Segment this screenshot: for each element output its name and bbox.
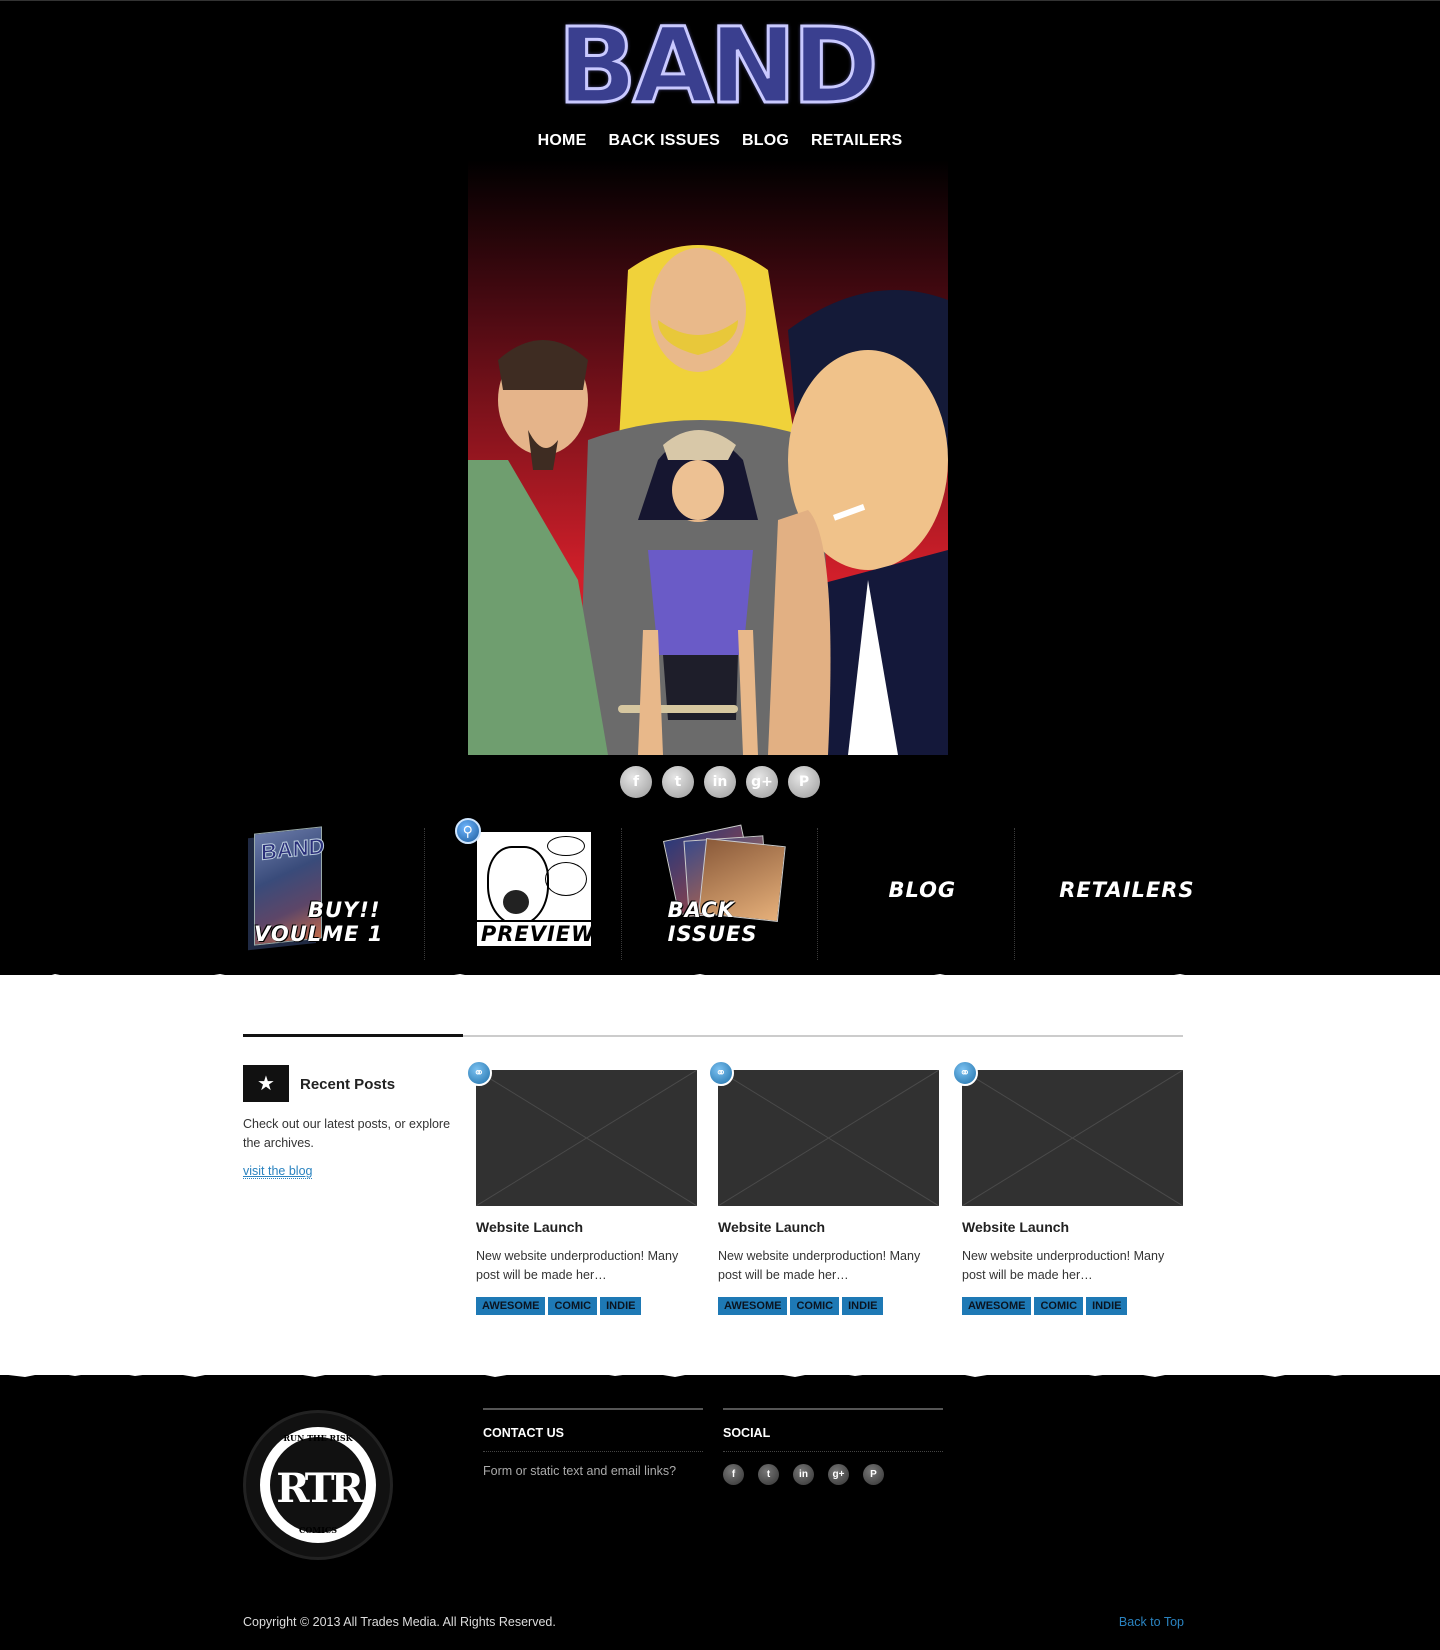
nav-back-issues[interactable]: BACK ISSUES — [608, 132, 720, 150]
contact-heading: CONTACT US — [483, 1426, 565, 1440]
pinterest-icon[interactable]: P — [788, 766, 820, 798]
social-heading: SOCIAL — [723, 1426, 771, 1440]
buy-label-line1: BUY!! — [308, 898, 381, 922]
post-title[interactable]: Website Launch — [962, 1219, 1183, 1235]
post-title[interactable]: Website Launch — [476, 1219, 697, 1235]
logo-monogram: RTR — [276, 1465, 364, 1512]
back-to-top-link[interactable]: Back to Top — [1119, 1615, 1184, 1629]
visit-blog-link[interactable]: visit the blog — [243, 1164, 313, 1179]
post-tags: AWESOME COMIC INDIE — [962, 1297, 1183, 1315]
footer-social-icons: f t in g+ P — [723, 1464, 943, 1485]
feature-preview[interactable]: ⚲ PREVIEW — [425, 818, 622, 960]
google-plus-icon[interactable]: g+ — [828, 1464, 849, 1485]
tag-awesome[interactable]: AWESOME — [962, 1297, 1032, 1315]
twitter-icon[interactable]: t — [662, 766, 694, 798]
logo-bottom-text: COMICS — [298, 1525, 338, 1535]
blog-label: BLOG — [888, 878, 957, 902]
main-nav: HOME BACK ISSUES BLOG RETAILERS — [0, 132, 1440, 150]
retailers-label: RETAILERS — [1059, 878, 1195, 902]
magnify-icon[interactable]: ⚲ — [454, 818, 481, 844]
hero-comic-art — [468, 160, 948, 755]
post-tags: AWESOME COMIC INDIE — [718, 1297, 939, 1315]
nav-retailers[interactable]: RETAILERS — [811, 132, 902, 150]
feature-buy-volume[interactable]: BAND BUY!! VOULME 1 — [228, 826, 425, 960]
logo-top-text: RUN THE RISK — [283, 1433, 353, 1443]
pinterest-icon[interactable]: P — [863, 1464, 884, 1485]
feature-strip: BAND BUY!! VOULME 1 ⚲ PREVIEW BACK ISSUE… — [228, 818, 1212, 960]
post-thumbnail-placeholder[interactable]: ⚭ — [952, 1060, 1183, 1206]
preview-label: PREVIEW — [480, 922, 596, 946]
post-card: ⚭ Website Launch New website underproduc… — [466, 1060, 697, 1315]
link-icon[interactable]: ⚭ — [466, 1060, 492, 1086]
post-excerpt: New website underproduction! Many post w… — [476, 1249, 679, 1282]
link-icon[interactable]: ⚭ — [952, 1060, 978, 1086]
feature-back-issues[interactable]: BACK ISSUES — [622, 824, 819, 960]
feature-retailers[interactable]: RETAILERS — [1015, 828, 1212, 960]
tag-comic[interactable]: COMIC — [790, 1297, 840, 1315]
footer-contact: CONTACT US Form or static text and email… — [483, 1408, 703, 1478]
buy-label-line2: VOULME 1 — [254, 922, 384, 946]
star-icon: ★ — [243, 1065, 289, 1102]
tag-comic[interactable]: COMIC — [548, 1297, 598, 1315]
top-border — [0, 0, 1440, 1]
tag-indie[interactable]: INDIE — [842, 1297, 884, 1315]
facebook-icon[interactable]: f — [620, 766, 652, 798]
rtr-comics-logo[interactable]: RUN THE RISK RTR COMICS — [243, 1410, 393, 1560]
recent-posts-description: Check out our latest posts, or explore t… — [243, 1117, 451, 1150]
post-excerpt: New website underproduction! Many post w… — [962, 1249, 1165, 1282]
twitter-icon[interactable]: t — [758, 1464, 779, 1485]
post-thumbnail-placeholder[interactable]: ⚭ — [708, 1060, 939, 1206]
band-logo[interactable]: BAND — [556, 3, 880, 128]
nav-home[interactable]: HOME — [538, 132, 587, 150]
google-plus-icon[interactable]: g+ — [746, 766, 778, 798]
tag-indie[interactable]: INDIE — [600, 1297, 642, 1315]
nav-blog[interactable]: BLOG — [742, 132, 789, 150]
link-icon[interactable]: ⚭ — [708, 1060, 734, 1086]
recent-posts-heading: Recent Posts — [300, 1076, 396, 1093]
tag-indie[interactable]: INDIE — [1086, 1297, 1128, 1315]
post-thumbnail-placeholder[interactable]: ⚭ — [466, 1060, 697, 1206]
post-card: ⚭ Website Launch New website underproduc… — [708, 1060, 939, 1315]
section-divider-accent — [243, 1034, 463, 1037]
torn-edge-bottom — [0, 1366, 1440, 1377]
post-card: ⚭ Website Launch New website underproduc… — [952, 1060, 1183, 1315]
tag-awesome[interactable]: AWESOME — [718, 1297, 788, 1315]
post-title[interactable]: Website Launch — [718, 1219, 939, 1235]
back-label-line1: BACK — [667, 898, 735, 922]
linkedin-icon[interactable]: in — [793, 1464, 814, 1485]
contact-text: Form or static text and email links? — [483, 1464, 677, 1478]
copyright-text: Copyright © 2013 All Trades Media. All R… — [243, 1615, 556, 1629]
linkedin-icon[interactable]: in — [704, 766, 736, 798]
post-tags: AWESOME COMIC INDIE — [476, 1297, 697, 1315]
tag-comic[interactable]: COMIC — [1034, 1297, 1084, 1315]
post-excerpt: New website underproduction! Many post w… — [718, 1249, 921, 1282]
back-label-line2: ISSUES — [667, 922, 758, 946]
share-icons: f t in g+ P — [0, 766, 1440, 798]
torn-edge-top — [0, 974, 1440, 986]
tag-awesome[interactable]: AWESOME — [476, 1297, 546, 1315]
footer-social: SOCIAL f t in g+ P — [723, 1408, 943, 1485]
facebook-icon[interactable]: f — [723, 1464, 744, 1485]
feature-blog[interactable]: BLOG — [818, 828, 1016, 960]
